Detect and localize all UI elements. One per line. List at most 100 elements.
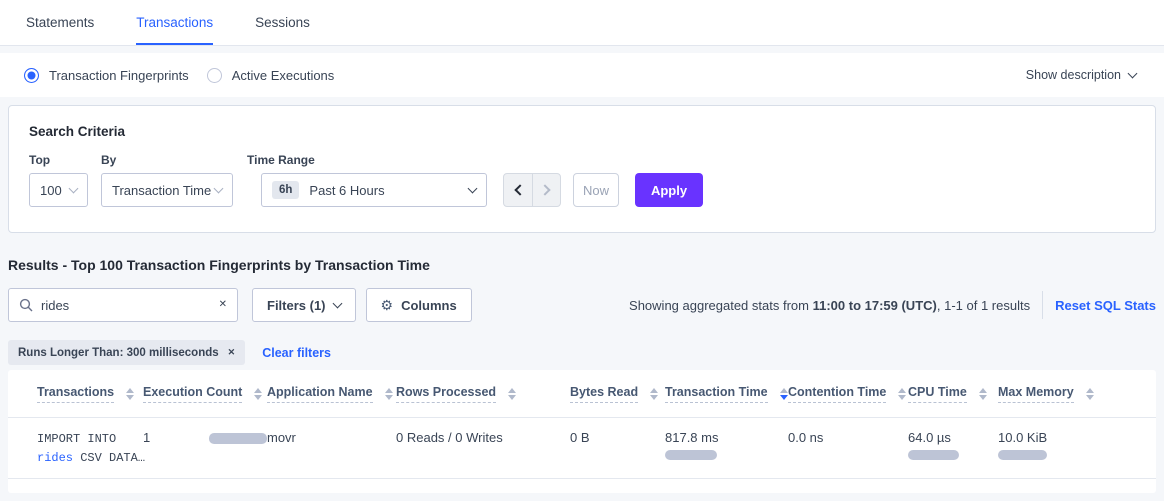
search-input[interactable]: [41, 298, 219, 313]
tab-transactions[interactable]: Transactions: [136, 0, 213, 45]
next-time-range-button[interactable]: [532, 174, 560, 206]
tab-statements[interactable]: Statements: [26, 0, 94, 45]
column-header-execution-count[interactable]: Execution Count: [143, 385, 267, 403]
chevron-down-icon: [1128, 68, 1138, 78]
radio-active-executions[interactable]: Active Executions: [207, 68, 335, 83]
view-toggle-bar: Transaction Fingerprints Active Executio…: [0, 53, 1164, 97]
transaction-time-bar: [665, 450, 717, 460]
search-criteria-panel: Search Criteria Top 100 By Transaction T…: [8, 105, 1156, 233]
execution-count-value: 1: [143, 430, 150, 445]
chevron-down-icon: [468, 183, 478, 193]
show-description-label: Show description: [1026, 68, 1121, 82]
chevron-down-icon: [69, 183, 79, 193]
radio-label: Transaction Fingerprints: [49, 68, 189, 83]
column-header-transactions[interactable]: Transactions: [37, 385, 143, 403]
max-memory-bar: [998, 450, 1047, 460]
top-field: Top 100: [29, 153, 88, 207]
table-header-row: Transactions Execution Count Application…: [8, 370, 1156, 418]
execution-count-cell: 1: [143, 430, 267, 445]
stats-prefix: Showing aggregated stats from: [629, 298, 813, 313]
time-range-field: Time Range 6h Past 6 Hours: [247, 153, 487, 207]
radio-transaction-fingerprints[interactable]: Transaction Fingerprints: [24, 68, 189, 83]
column-header-contention-time[interactable]: Contention Time: [788, 385, 908, 403]
column-header-bytes-read[interactable]: Bytes Read: [570, 385, 665, 403]
sort-icon: [508, 388, 516, 400]
apply-button[interactable]: Apply: [635, 173, 703, 207]
sort-icon: [385, 388, 393, 400]
execution-count-bar: [209, 433, 267, 444]
cpu-time-bar: [908, 450, 959, 460]
contention-time-cell: 0.0 ns: [788, 430, 908, 445]
search-criteria-title: Search Criteria: [29, 124, 1135, 139]
aggregated-stats-text: Showing aggregated stats from 11:00 to 1…: [629, 298, 1030, 313]
time-range-select[interactable]: 6h Past 6 Hours: [261, 173, 487, 207]
column-label: Transactions: [37, 385, 114, 403]
divider: [1042, 291, 1043, 319]
column-header-application-name[interactable]: Application Name: [267, 385, 396, 403]
columns-button[interactable]: ⚙ Columns: [366, 288, 472, 322]
transaction-line-1: IMPORT INTO: [37, 430, 143, 449]
filter-chip-runs-longer-than: Runs Longer Than: 300 milliseconds ✕: [8, 340, 245, 365]
transaction-time-value: 817.8 ms: [665, 430, 788, 445]
table-row: IMPORT INTO rides CSV DATA… 1 movr 0 Rea…: [8, 418, 1156, 479]
application-name-cell: movr: [267, 430, 396, 445]
rows-processed-cell: 0 Reads / 0 Writes: [396, 430, 570, 445]
time-range-badge: 6h: [272, 181, 299, 199]
max-memory-value: 10.0 KiB: [998, 430, 1136, 445]
time-range-value: Past 6 Hours: [309, 183, 384, 198]
search-icon: [19, 298, 33, 312]
tab-sessions[interactable]: Sessions: [255, 0, 310, 45]
by-select[interactable]: Transaction Time: [101, 173, 233, 207]
sort-icon: [650, 388, 658, 400]
by-select-value: Transaction Time: [112, 183, 211, 198]
search-box: ✕: [8, 288, 238, 322]
stats-time-range: 11:00 to 17:59 (UTC): [813, 298, 937, 313]
sort-icon: [898, 388, 906, 400]
column-header-max-memory[interactable]: Max Memory: [998, 385, 1136, 403]
results-controls: ✕ Filters (1) ⚙ Columns Showing aggregat…: [8, 288, 1156, 322]
column-label: Transaction Time: [665, 385, 768, 403]
previous-time-range-button[interactable]: [504, 174, 532, 206]
column-label: Bytes Read: [570, 385, 638, 403]
stats-area: Showing aggregated stats from 11:00 to 1…: [629, 291, 1156, 319]
now-button[interactable]: Now: [573, 173, 619, 207]
cpu-time-value: 64.0 µs: [908, 430, 998, 445]
cpu-time-cell: 64.0 µs: [908, 430, 998, 460]
remove-filter-icon[interactable]: ✕: [228, 348, 236, 357]
stats-suffix: , 1-1 of 1 results: [937, 298, 1030, 313]
time-range-nav: [503, 173, 561, 207]
results-table: Transactions Execution Count Application…: [8, 370, 1156, 493]
column-label: Max Memory: [998, 385, 1074, 403]
filter-chip-label: Runs Longer Than: 300 milliseconds: [18, 347, 219, 359]
column-header-transaction-time[interactable]: Transaction Time: [665, 385, 788, 403]
chevron-right-icon: [539, 184, 550, 195]
top-label: Top: [29, 153, 88, 167]
sort-icon: [254, 388, 262, 400]
sort-icon: [1086, 388, 1094, 400]
top-select-value: 100: [40, 183, 62, 198]
top-select[interactable]: 100: [29, 173, 88, 207]
sort-icon: [126, 388, 134, 400]
sort-desc-icon: [780, 388, 788, 400]
chevron-down-icon: [332, 298, 342, 308]
clear-search-icon[interactable]: ✕: [219, 300, 227, 310]
column-label: Rows Processed: [396, 385, 496, 403]
radio-label: Active Executions: [232, 68, 335, 83]
show-description-toggle[interactable]: Show description: [1026, 68, 1136, 82]
column-header-cpu-time[interactable]: CPU Time: [908, 385, 998, 403]
transaction-fingerprint-link[interactable]: IMPORT INTO rides CSV DATA…: [37, 430, 143, 467]
filters-label: Filters (1): [267, 298, 326, 313]
column-label: Application Name: [267, 385, 373, 403]
reset-sql-stats-link[interactable]: Reset SQL Stats: [1055, 298, 1156, 313]
clear-filters-link[interactable]: Clear filters: [262, 346, 331, 360]
transaction-table-name: rides: [37, 451, 73, 465]
column-label: Contention Time: [788, 385, 886, 403]
column-header-rows-processed[interactable]: Rows Processed: [396, 385, 570, 403]
time-range-label: Time Range: [247, 153, 487, 167]
filters-button[interactable]: Filters (1): [252, 288, 356, 322]
transaction-line-2-rest: CSV DATA…: [73, 451, 145, 465]
chevron-left-icon: [514, 184, 525, 195]
radio-unselected-icon: [207, 68, 222, 83]
transaction-time-cell: 817.8 ms: [665, 430, 788, 460]
by-field: By Transaction Time: [101, 153, 233, 207]
